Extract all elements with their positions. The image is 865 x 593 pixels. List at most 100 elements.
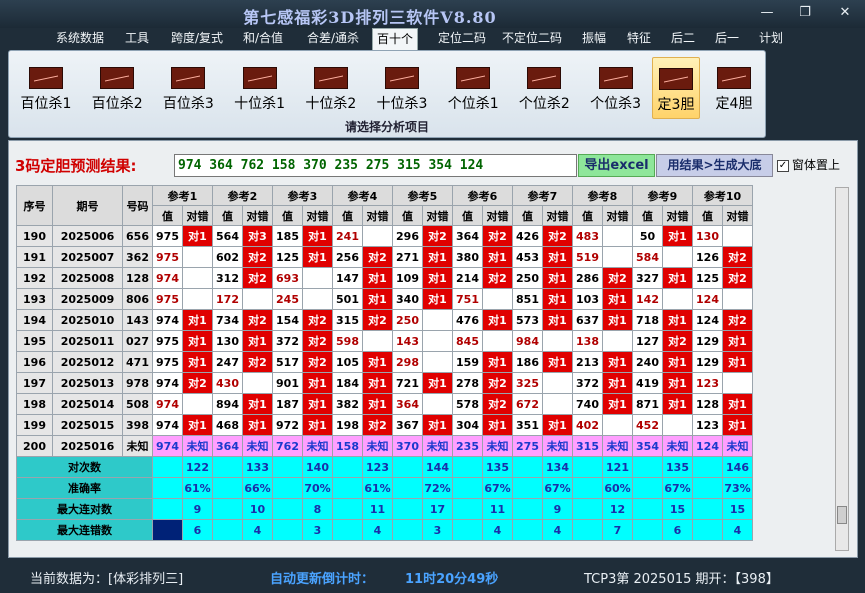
- flag-cell: 对2: [242, 309, 273, 331]
- unknown-flag-cell: 未知: [242, 435, 273, 457]
- table-row[interactable]: 195 2025011 027 975 对1 130 对1 372 对2 598 143 845 984…: [16, 330, 753, 352]
- chart-icon: [313, 67, 348, 89]
- flag-cell: [722, 372, 753, 394]
- result-field[interactable]: 974 364 762 158 370 235 275 315 354 124: [174, 154, 577, 177]
- stat-blank-cell: [152, 519, 183, 541]
- menu-item-3[interactable]: 和/合值: [240, 28, 286, 50]
- stat-blank-cell: [212, 477, 243, 499]
- stat-value-cell: 17: [422, 498, 453, 520]
- unknown-flag-cell: 未知: [602, 435, 633, 457]
- ribbon-button-1[interactable]: 百位杀2: [86, 57, 148, 119]
- value-subheader: 值: [272, 205, 303, 226]
- stat-value-cell: 134: [542, 456, 573, 478]
- ribbon-button-label: 个位杀2: [518, 96, 570, 112]
- flag-cell: 对1: [182, 330, 213, 352]
- flag-subheader: 对错: [722, 205, 753, 226]
- flag-cell: 对1: [662, 225, 693, 247]
- ribbon-button-0[interactable]: 百位杀1: [15, 57, 77, 119]
- seq-cell: 195: [16, 330, 53, 352]
- seq-header: 序号: [16, 185, 53, 226]
- table-row[interactable]: 198 2025014 508 974 894 对1 187 对1 382 对1 364 578 对2 6…: [16, 393, 753, 415]
- menu-item-6[interactable]: 定位二码: [432, 28, 492, 50]
- draw-info-text: TCP3第 2025015 期开：【398】: [584, 572, 779, 587]
- ribbon-button-9[interactable]: 定3胆: [652, 57, 700, 119]
- stat-value-cell: 135: [482, 456, 513, 478]
- menu-item-5[interactable]: 百十个: [372, 28, 418, 50]
- flag-cell: 对1: [422, 414, 453, 436]
- chart-icon: [385, 67, 419, 89]
- ribbon-button-label: 定4胆: [715, 96, 753, 112]
- menu-item-9[interactable]: 特征: [625, 28, 653, 50]
- ref-header-2: 参考2: [212, 185, 273, 206]
- ribbon-button-8[interactable]: 个位杀3: [585, 57, 647, 119]
- stat-value-cell: 4: [482, 519, 513, 541]
- vertical-scrollbar[interactable]: [835, 187, 849, 551]
- close-button[interactable]: ✕: [832, 4, 858, 22]
- stat-value-cell: 11: [482, 498, 513, 520]
- prediction-row[interactable]: 200 2025016 未知 974 未知 364 未知 762 未知 158 未知 370 未知 235…: [16, 435, 753, 457]
- value-cell: 975: [152, 225, 183, 247]
- flag-cell: 对2: [242, 267, 273, 289]
- menu-item-12[interactable]: 计划: [757, 28, 785, 50]
- menu-item-11[interactable]: 后一: [713, 28, 741, 50]
- flag-cell: 对1: [602, 393, 633, 415]
- flag-subheader: 对错: [302, 205, 333, 226]
- stat-blank-cell: [332, 477, 363, 499]
- ribbon-button-7[interactable]: 个位杀2: [513, 57, 575, 119]
- table-row[interactable]: 192 2025008 128 974 312 对2 693 147 对1 109 对1 214 对2 2…: [16, 267, 753, 289]
- menu-item-2[interactable]: 跨度/复式: [167, 28, 227, 50]
- value-cell: 142: [632, 288, 663, 310]
- value-subheader: 值: [152, 205, 183, 226]
- table-row[interactable]: 197 2025013 978 974 对2 430 901 对1 184 对1 721 对1 278 对…: [16, 372, 753, 394]
- table-row[interactable]: 193 2025009 806 975 172 245 501 对1 340 对1 751 851 对1…: [16, 288, 753, 310]
- checkbox-check-icon: ✓: [777, 159, 789, 172]
- flag-cell: [602, 330, 633, 352]
- value-cell: 901: [272, 372, 303, 394]
- minimize-button[interactable]: —: [754, 4, 780, 22]
- window-ontop-checkbox[interactable]: ✓ 窗体置上: [777, 156, 840, 173]
- flag-cell: [722, 225, 753, 247]
- scrollbar-thumb[interactable]: [837, 506, 847, 524]
- flag-cell: 对1: [482, 309, 513, 331]
- ribbon-button-6[interactable]: 个位杀1: [442, 57, 504, 119]
- flag-subheader: 对错: [542, 205, 573, 226]
- table-row[interactable]: 194 2025010 143 974 对1 734 对2 154 对2 315 对2 250 476 对…: [16, 309, 753, 331]
- stat-blank-cell: [452, 498, 483, 520]
- value-cell: 573: [512, 309, 543, 331]
- value-cell: 974: [152, 309, 183, 331]
- flag-cell: 对1: [542, 414, 573, 436]
- menu-item-8[interactable]: 振幅: [580, 28, 608, 50]
- flag-cell: 对1: [482, 246, 513, 268]
- ribbon-button-2[interactable]: 百位杀3: [157, 57, 219, 119]
- ribbon-button-4[interactable]: 十位杀2: [300, 57, 362, 119]
- unknown-flag-cell: 未知: [482, 435, 513, 457]
- ribbon-button-10[interactable]: 定4胆: [710, 57, 758, 119]
- ribbon-button-5[interactable]: 十位杀3: [371, 57, 433, 119]
- maximize-button[interactable]: ❐: [792, 4, 818, 22]
- table-row[interactable]: 196 2025012 471 975 对1 247 对2 517 对2 105 对1 298 159 对…: [16, 351, 753, 373]
- stat-value-cell: 3: [302, 519, 333, 541]
- flag-subheader: 对错: [602, 205, 633, 226]
- stat-value-cell: 67%: [482, 477, 513, 499]
- value-cell: 751: [452, 288, 483, 310]
- menu-item-0[interactable]: 系统数据: [55, 28, 105, 50]
- export-excel-button[interactable]: 导出excel: [578, 154, 655, 177]
- generate-base-button[interactable]: 用结果>生成大底: [656, 154, 773, 177]
- chart-icon: [717, 67, 751, 89]
- flag-cell: 对2: [242, 246, 273, 268]
- table-row[interactable]: 199 2025015 398 974 对1 468 对1 972 对1 198 对2 367 对1 30…: [16, 414, 753, 436]
- flag-cell: 对2: [482, 393, 513, 415]
- table-row[interactable]: 190 2025006 656 975 对1 564 对3 185 对1 241 296 对2 364 对…: [16, 225, 753, 247]
- value-cell: 453: [512, 246, 543, 268]
- stat-value-cell: 123: [362, 456, 393, 478]
- flag-cell: 对1: [662, 267, 693, 289]
- ribbon-button-3[interactable]: 十位杀1: [229, 57, 291, 119]
- menu-item-10[interactable]: 后二: [669, 28, 697, 50]
- menu-item-4[interactable]: 合差/通杀: [303, 28, 363, 50]
- stat-blank-cell: [392, 519, 423, 541]
- menu-item-7[interactable]: 不定位二码: [500, 28, 564, 50]
- chart-icon: [659, 68, 693, 90]
- menu-item-1[interactable]: 工具: [123, 28, 151, 50]
- value-cell: 382: [332, 393, 363, 415]
- table-row[interactable]: 191 2025007 362 975 602 对2 125 对1 256 对2 271 对1 380 对…: [16, 246, 753, 268]
